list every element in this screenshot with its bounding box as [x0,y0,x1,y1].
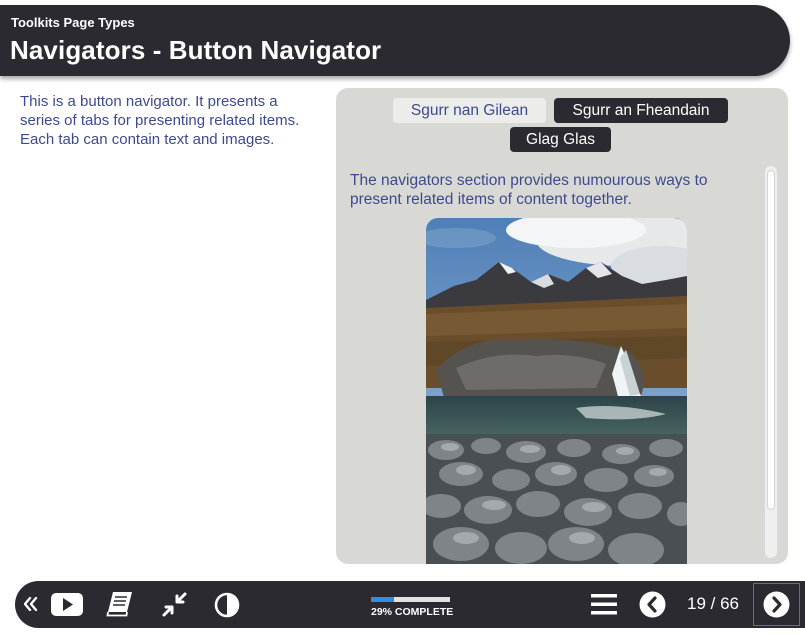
contrast-icon[interactable] [214,592,240,618]
page-header: Toolkits Page Types Navigators - Button … [0,5,790,76]
play-icon[interactable] [51,593,83,616]
footer-toolbar: 29% COMPLETE 19 / 66 [15,581,805,628]
scrollbar-thumb[interactable] [767,170,775,510]
next-button[interactable] [753,583,800,626]
previous-icon[interactable] [639,591,666,618]
tab-glag-glas[interactable]: Glag Glas [510,127,611,152]
content-scrollbar[interactable] [765,166,777,558]
progress-bar [371,597,450,602]
book-icon[interactable] [106,591,134,617]
page-indicator: 19 / 66 [687,594,739,613]
progress-label: 29% COMPLETE [371,606,454,618]
back-double-chevron-icon[interactable] [24,597,38,611]
tab-sgurr-an-fheandain[interactable]: Sgurr an Fheandain [554,98,728,123]
collapse-arrows-icon[interactable] [162,592,187,617]
page-kicker: Toolkits Page Types [11,15,135,30]
next-icon[interactable] [763,591,790,618]
mountain-waterfall-photo [426,218,687,564]
menu-icon[interactable] [591,594,617,615]
page-title: Navigators - Button Navigator [10,35,382,65]
progress-bar-fill [371,597,394,602]
navigator-panel: Sgurr nan Gilean Sgurr an Fheandain Glag… [336,88,788,564]
intro-text: This is a button navigator. It presents … [20,93,300,148]
tab-sgurr-nan-gilean[interactable]: Sgurr nan Gilean [393,98,546,123]
tab-content-text: The navigators section provides numourou… [350,172,708,208]
